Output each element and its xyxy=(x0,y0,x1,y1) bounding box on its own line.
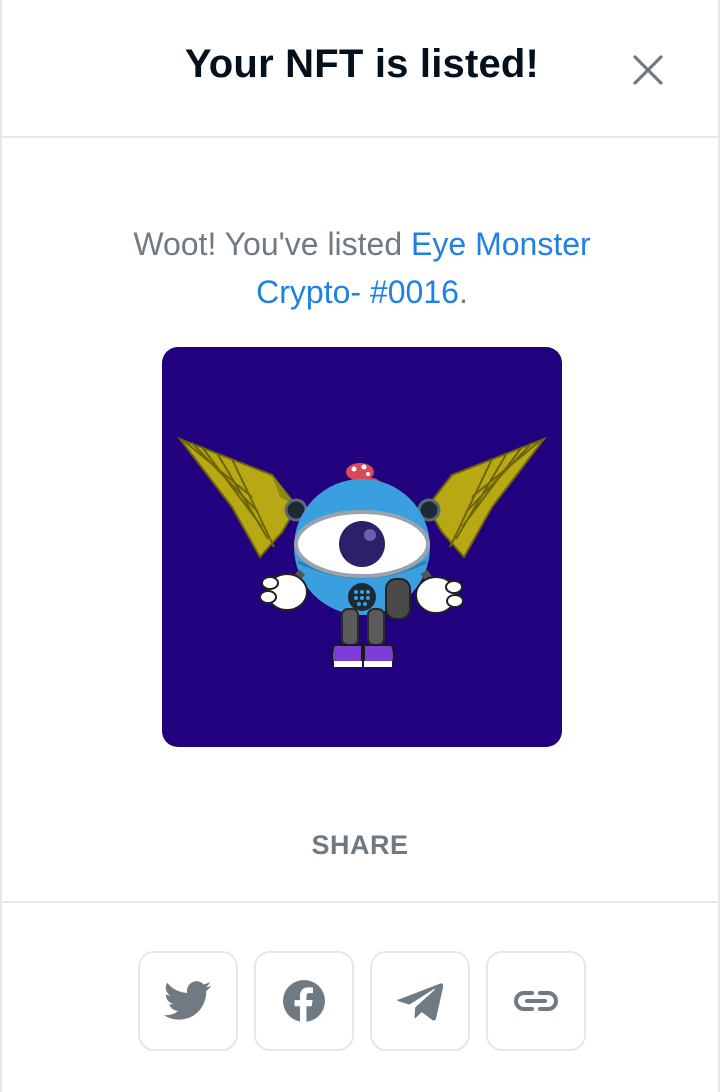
facebook-icon xyxy=(283,980,325,1022)
share-facebook-button[interactable] xyxy=(254,951,354,1051)
left-wing xyxy=(177,436,299,559)
listing-success-modal: Your NFT is listed! Woot! You've listed … xyxy=(0,0,720,1092)
twitter-icon xyxy=(164,981,212,1020)
listing-message: Woot! You've listed Eye Monster Crypto- … xyxy=(92,220,632,316)
right-glove xyxy=(415,576,464,614)
share-telegram-button[interactable] xyxy=(370,951,470,1051)
message-prefix: Woot! You've listed xyxy=(133,226,412,262)
share-buttons xyxy=(138,951,586,1051)
modal-header: Your NFT is listed! xyxy=(2,0,718,138)
close-button[interactable] xyxy=(624,46,672,94)
share-label: SHARE xyxy=(311,830,409,860)
right-wing xyxy=(425,436,547,559)
share-twitter-button[interactable] xyxy=(138,951,238,1051)
nft-image[interactable] xyxy=(162,347,562,747)
divider xyxy=(2,901,718,903)
close-icon xyxy=(633,55,663,85)
link-icon xyxy=(514,991,558,1011)
telegram-icon xyxy=(397,983,443,1021)
message-suffix: . xyxy=(458,274,468,310)
modal-title: Your NFT is listed! xyxy=(184,42,540,86)
left-glove xyxy=(259,573,308,611)
share-copy-link-button[interactable] xyxy=(486,951,586,1051)
eye-monster-artwork xyxy=(177,436,547,667)
